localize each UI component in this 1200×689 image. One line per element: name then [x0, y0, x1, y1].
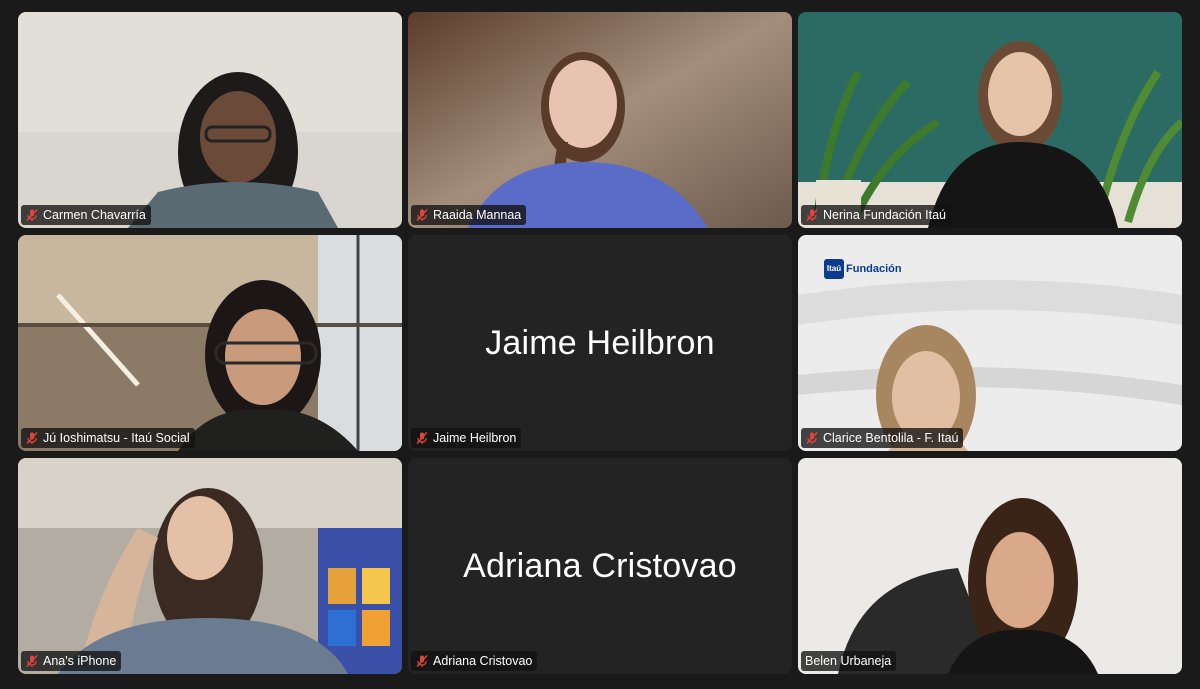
participant-label: Nerina Fundación Itaú [801, 205, 951, 225]
participant-name: Carmen Chavarría [43, 208, 146, 222]
mic-muted-icon [25, 431, 39, 445]
participant-video [798, 458, 1182, 674]
participant-video [408, 12, 792, 228]
participant-video [18, 458, 402, 674]
participant-tile-ju[interactable]: Jú Ioshimatsu - Itaú Social [18, 235, 402, 451]
mic-muted-icon [25, 208, 39, 222]
participant-name: Ana's iPhone [43, 654, 117, 668]
mic-muted-icon [805, 431, 819, 445]
participant-label: Ana's iPhone [21, 651, 122, 671]
participant-name: Raaida Mannaa [433, 208, 522, 222]
video-gallery: Carmen Chavarría Raaida Mannaa Nerina Fu… [18, 12, 1182, 674]
participant-tile-nerina[interactable]: Nerina Fundación Itaú [798, 12, 1182, 228]
participant-name: Jú Ioshimatsu - Itaú Social [43, 431, 190, 445]
mic-muted-icon [415, 208, 429, 222]
participant-label: Clarice Bentolila - F. Itaú [801, 428, 964, 448]
participant-label: Raaida Mannaa [411, 205, 527, 225]
participant-tile-raaida[interactable]: Raaida Mannaa [408, 12, 792, 228]
participant-video [798, 12, 1182, 228]
participant-label: Belen Urbaneja [801, 651, 897, 671]
participant-name: Jaime Heilbron [433, 431, 517, 445]
mic-muted-icon [415, 654, 429, 668]
participant-tile-ana[interactable]: Ana's iPhone [18, 458, 402, 674]
participant-name: Nerina Fundación Itaú [823, 208, 946, 222]
participant-label: Jaime Heilbron [411, 428, 522, 448]
mic-muted-icon [805, 208, 819, 222]
participant-name: Clarice Bentolila - F. Itaú [823, 431, 959, 445]
participant-display-name: Adriana Cristovao [463, 546, 737, 585]
participant-display-name: Jaime Heilbron [485, 323, 715, 362]
participant-video [18, 12, 402, 228]
participant-tile-carmen[interactable]: Carmen Chavarría [18, 12, 402, 228]
participant-tile-adriana[interactable]: Adriana Cristovao Adriana Cristovao [408, 458, 792, 674]
participant-label: Adriana Cristovao [411, 651, 538, 671]
mic-muted-icon [25, 654, 39, 668]
participant-name: Belen Urbaneja [805, 654, 892, 668]
itau-fundacion-logo: Itaú Fundación [824, 259, 902, 279]
mic-muted-icon [415, 431, 429, 445]
participant-tile-belen[interactable]: Belen Urbaneja [798, 458, 1182, 674]
participant-tile-jaime[interactable]: Jaime Heilbron Jaime Heilbron [408, 235, 792, 451]
participant-video [18, 235, 402, 451]
participant-name: Adriana Cristovao [433, 654, 533, 668]
participant-tile-clarice[interactable]: Itaú Fundación Clarice Bentolila - F. It… [798, 235, 1182, 451]
participant-label: Carmen Chavarría [21, 205, 151, 225]
participant-label: Jú Ioshimatsu - Itaú Social [21, 428, 195, 448]
